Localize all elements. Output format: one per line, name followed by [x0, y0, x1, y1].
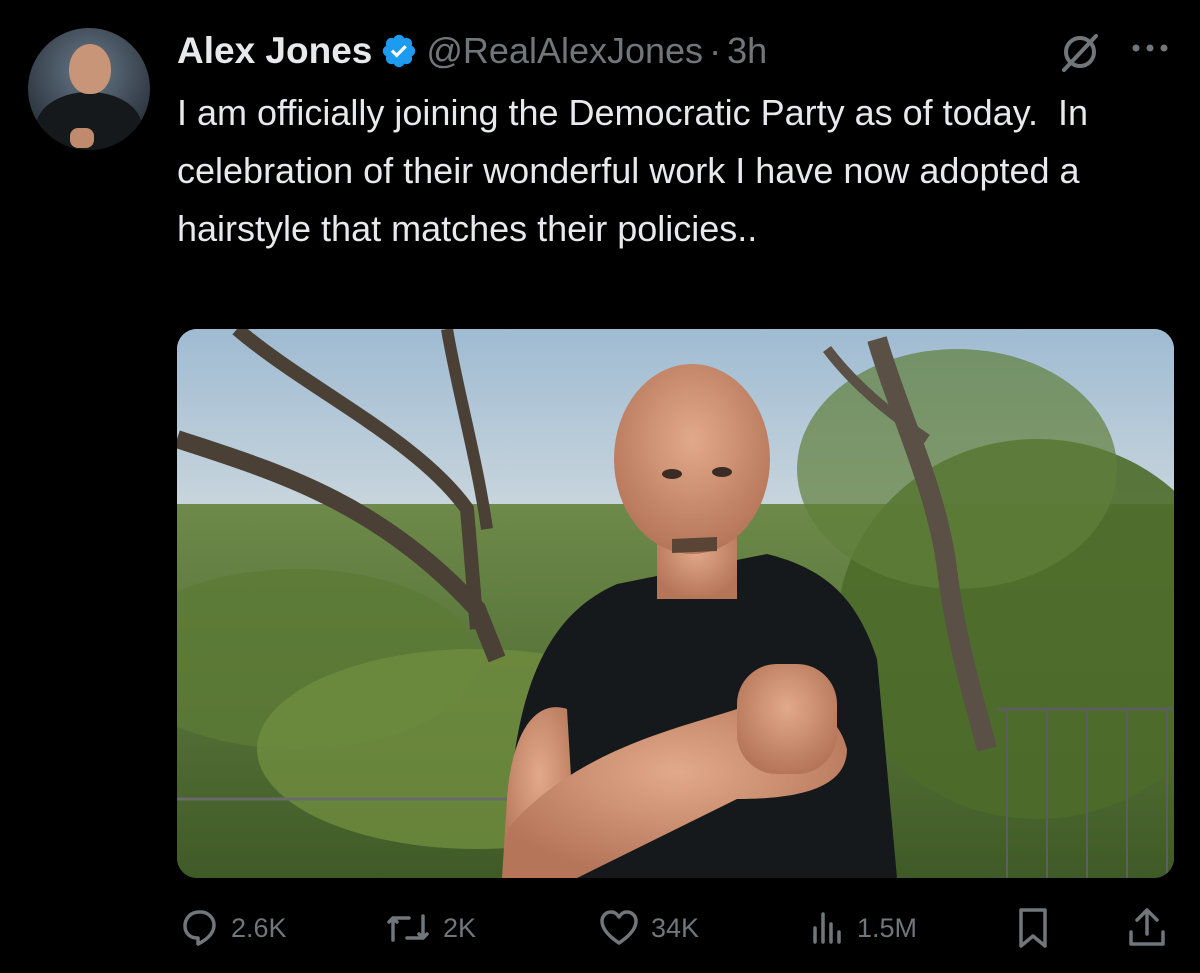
repost-icon [387, 914, 429, 942]
reply-button[interactable]: 2.6K [177, 898, 287, 958]
heart-icon [600, 910, 638, 945]
share-icon [1129, 908, 1165, 946]
reply-icon [183, 910, 216, 946]
repost-button[interactable]: 2K [383, 898, 476, 958]
more-icon[interactable] [1128, 36, 1172, 60]
action-bar: 2.6K 2K 34K 1.5M [177, 898, 1174, 958]
post-time[interactable]: 3h [727, 30, 767, 72]
share-button[interactable] [1127, 898, 1177, 958]
author-name[interactable]: Alex Jones [177, 30, 372, 72]
tweet[interactable]: Alex Jones @RealAlexJones · 3h I am offi… [0, 0, 1200, 973]
tweet-text: I am officially joining the Democratic P… [177, 92, 1099, 249]
like-count: 34K [651, 912, 700, 943]
tweet-header: Alex Jones @RealAlexJones · 3h [177, 26, 767, 76]
grok-icon[interactable] [1058, 30, 1102, 74]
author-handle[interactable]: @RealAlexJones [426, 30, 703, 72]
repost-count: 2K [443, 912, 477, 943]
tweet-photo[interactable] [177, 329, 1174, 878]
bookmark-button[interactable] [1015, 898, 1061, 958]
avatar-head [69, 44, 111, 94]
views-icon [813, 912, 841, 944]
avatar[interactable] [28, 28, 150, 150]
bookmark-icon [1019, 908, 1047, 948]
like-button[interactable]: 34K [597, 898, 699, 958]
verified-badge-icon [380, 32, 418, 70]
separator-dot: · [709, 30, 722, 71]
views-button[interactable]: 1.5M [807, 898, 917, 958]
avatar-fist [70, 128, 94, 148]
reply-count: 2.6K [231, 912, 287, 943]
views-count: 1.5M [857, 912, 918, 943]
